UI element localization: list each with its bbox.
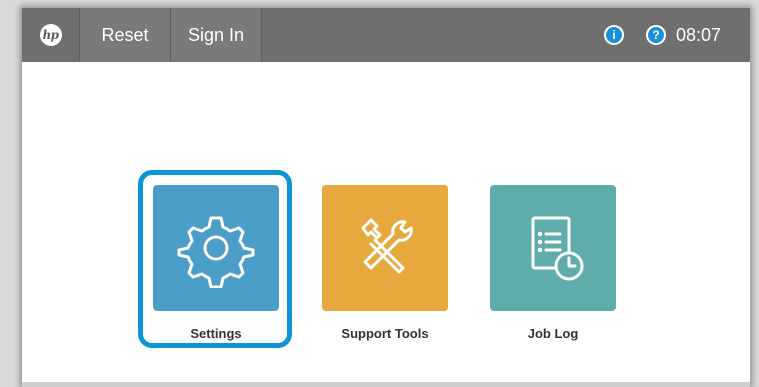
gear-icon bbox=[177, 216, 255, 288]
help-icon: ? bbox=[648, 27, 664, 43]
screen-frame: hp Reset Sign In i ? 08:07 Settings Supp… bbox=[22, 8, 750, 387]
info-button[interactable]: i bbox=[604, 25, 624, 45]
clock: 08:07 bbox=[676, 25, 722, 45]
support-tools-app-button[interactable] bbox=[322, 185, 448, 311]
wrench-screwdriver-icon bbox=[361, 218, 413, 274]
reset-button[interactable]: Reset bbox=[80, 8, 170, 62]
top-bar: hp Reset Sign In i ? 08:07 bbox=[22, 8, 750, 62]
home-button[interactable]: hp bbox=[22, 8, 79, 62]
job-log-label: Job Log bbox=[527, 326, 579, 341]
document-clock-icon bbox=[531, 216, 584, 281]
info-icon: i bbox=[606, 27, 622, 43]
job-log-app-button[interactable] bbox=[490, 185, 616, 311]
sign-in-button[interactable]: Sign In bbox=[171, 8, 261, 62]
settings-app-button[interactable] bbox=[153, 185, 279, 311]
bottom-divider bbox=[22, 382, 750, 387]
settings-label: Settings bbox=[190, 326, 242, 341]
divider bbox=[261, 8, 262, 62]
support-tools-label: Support Tools bbox=[341, 326, 429, 341]
hp-logo-icon: hp bbox=[39, 24, 62, 46]
help-button[interactable]: ? bbox=[646, 25, 666, 45]
